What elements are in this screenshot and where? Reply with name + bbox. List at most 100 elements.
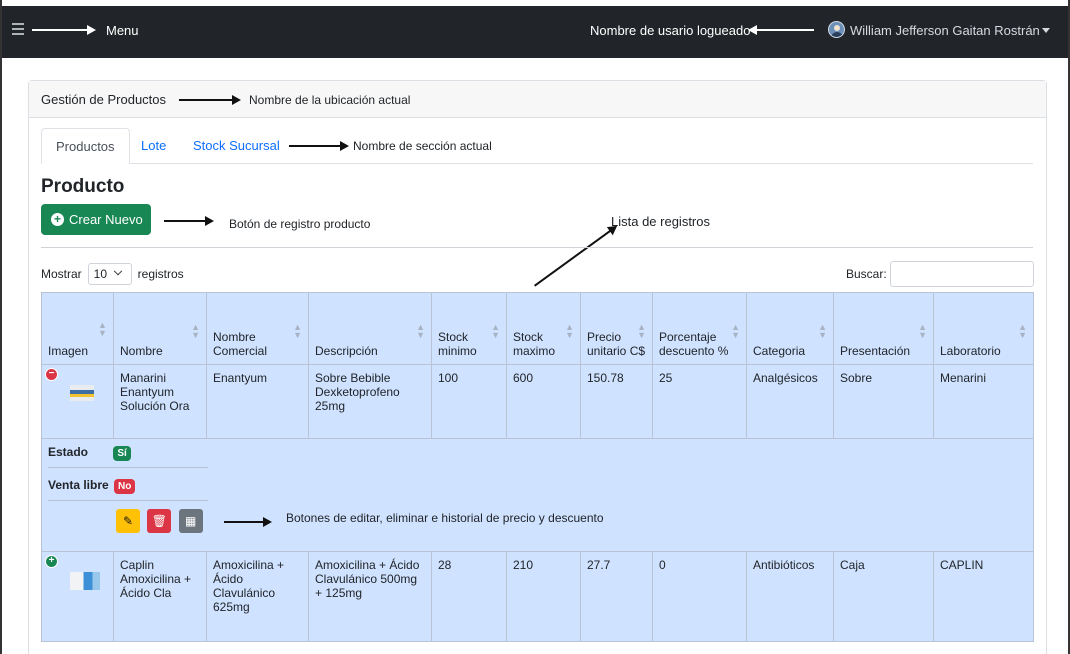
collapse-row-icon[interactable]: − [45,368,58,381]
sort-icon: ▲ ▼ [1018,322,1027,340]
col-stock-minimo[interactable]: ▲ ▼ Stock minimo [431,292,507,365]
delete-button[interactable]: 🗑 [147,509,172,533]
user-avatar[interactable] [828,21,845,38]
arrow-right-icon [32,25,96,35]
cell-descuento: 25 [652,364,747,439]
col-precio-unitario[interactable]: ▲ ▼ Precio unitario C$ [580,292,653,365]
cell-precio: 27.7 [580,551,653,642]
col-nombre[interactable]: ▲ ▼ Nombre [113,292,207,365]
cell-nombre: Manarini Enantyum Solución Ora [113,364,207,439]
sort-icon: ▲ ▼ [818,322,827,340]
sort-icon: ▲ ▼ [637,322,646,340]
tab-lote[interactable]: Lote [127,128,180,164]
search-label: Buscar: [846,267,887,281]
sort-icon: ▲ ▼ [731,322,740,340]
product-image-cell: − [41,364,114,439]
cell-laboratorio: CAPLIN [933,551,1034,642]
pencil-icon: ✎ [122,514,134,528]
cell-descripcion: Sobre Bebible Dexketoprofeno 25mg [308,364,432,439]
trash-icon: 🗑 [151,514,167,528]
table-header-row: ▲ ▼ Imagen ▲ ▼ Nombre ▲ ▼ Nombre Comercial ▲ ▼ D… [41,292,1034,365]
sort-icon: ▲ ▼ [416,322,425,340]
col-label: Descripción [315,344,378,358]
hamburger-menu-icon[interactable] [12,23,24,37]
cell-comercial: Enantyum [206,364,309,439]
sort-icon: ▲ ▼ [918,322,927,340]
chevron-down-icon[interactable] [1042,28,1050,33]
col-stock-maximo[interactable]: ▲ ▼ Stock maximo [506,292,581,365]
cell-stock-min: 28 [431,551,507,642]
detail-venta-libre: Venta libre No [48,468,208,501]
sort-icon: ▲ ▼ [98,320,107,338]
cell-stock-max: 600 [506,364,581,439]
col-label: Nombre Comercial [213,330,268,358]
col-label: Nombre [120,344,163,358]
tab-stock-sucursal[interactable]: Stock Sucursal [179,128,294,164]
section-title: Producto [41,176,125,197]
location-annotation: Nombre de la ubicación actual [249,93,411,107]
products-card: Gestión de Productos Nombre de la ubicac… [28,80,1047,654]
chevron-down-icon [113,266,123,276]
price-history-button[interactable]: ▦ [178,509,203,533]
sort-icon: ▲ ▼ [293,322,302,340]
create-new-button[interactable]: + Crear Nuevo [41,204,151,235]
create-new-label: Crear Nuevo [69,212,143,227]
edit-button[interactable]: ✎ [116,509,140,533]
page-length-value: 10 [93,267,108,281]
cell-nombre: Caplin Amoxicilina + Ácido Cla [113,551,207,642]
section-tabs: Productos Lote Stock Sucursal Nombre de … [41,128,1033,164]
divider [41,247,1033,248]
venta-libre-label: Venta libre [48,478,109,492]
cell-categoria: Analgésicos [746,364,834,439]
col-laboratorio[interactable]: ▲ ▼ Laboratorio [933,292,1034,365]
arrow-right-icon [164,216,214,226]
cell-stock-max: 210 [506,551,581,642]
plus-circle-icon: + [51,213,64,226]
col-label: Imagen [48,344,89,358]
col-porcentaje-descuento[interactable]: ▲ ▼ Porcentaje descuento % [652,292,747,365]
detail-estado: Estado Sí [48,445,208,468]
col-descripcion[interactable]: ▲ ▼ Descripción [308,292,432,365]
user-name-dropdown[interactable]: William Jefferson Gaitan Rostrán [850,23,1040,38]
row-detail-cell: Estado Sí Venta libre No ✎ 🗑 ▦ Botones d… [41,438,1034,552]
col-categoria[interactable]: ▲ ▼ Categoria [746,292,834,365]
cell-precio: 150.78 [580,364,653,439]
estado-badge: Sí [113,446,131,461]
cell-presentacion: Sobre [833,364,934,439]
product-image-cell: + [41,551,114,642]
col-imagen[interactable]: ▲ ▼ Imagen [41,292,114,365]
arrow-right-icon [179,95,241,105]
arrow-left-icon [748,25,814,35]
table-row[interactable]: + Caplin Amoxicilina + Ácido Cla Amoxici… [41,551,1034,642]
arrow-right-icon [224,517,272,527]
col-label: Stock maximo [513,330,556,358]
menu-label: Menu [106,23,139,38]
cell-stock-min: 100 [431,364,507,439]
col-label: Porcentaje descuento % [659,330,729,358]
col-label: Stock minimo [438,330,477,358]
cell-descripcion: Amoxicilina + Ácido Clavulánico 500mg + … [308,551,432,642]
frame-border-left [0,0,2,654]
table-row[interactable]: − Manarini Enantyum Solución Ora Enantyu… [41,364,1034,439]
cell-comercial: Amoxicilina + Ácido Clavulánico 625mg [206,551,309,642]
sort-icon: ▲ ▼ [565,322,574,340]
product-thumbnail [70,385,94,401]
arrow-diagonal-icon [534,226,617,287]
col-presentacion[interactable]: ▲ ▼ Presentación [833,292,934,365]
col-label: Laboratorio [940,344,1001,358]
tab-productos[interactable]: Productos [41,128,130,164]
arrow-right-icon [289,141,349,151]
page-title: Gestión de Productos [41,92,167,107]
action-buttons: ✎ 🗑 ▦ Botones de editar, eliminar e hist… [48,501,1027,536]
col-label: Categoria [753,344,806,358]
cell-laboratorio: Menarini [933,364,1034,439]
col-nombre-comercial[interactable]: ▲ ▼ Nombre Comercial [206,292,309,365]
section-annotation: Nombre de sección actual [353,139,492,153]
page-length-select[interactable]: 10 [87,263,132,285]
search-input[interactable] [890,261,1034,287]
cell-presentacion: Caja [833,551,934,642]
logged-user-label: Nombre de usario logueado [590,23,751,38]
expand-row-icon[interactable]: + [45,555,58,568]
records-label: registros [137,267,184,281]
cell-categoria: Antibióticos [746,551,834,642]
